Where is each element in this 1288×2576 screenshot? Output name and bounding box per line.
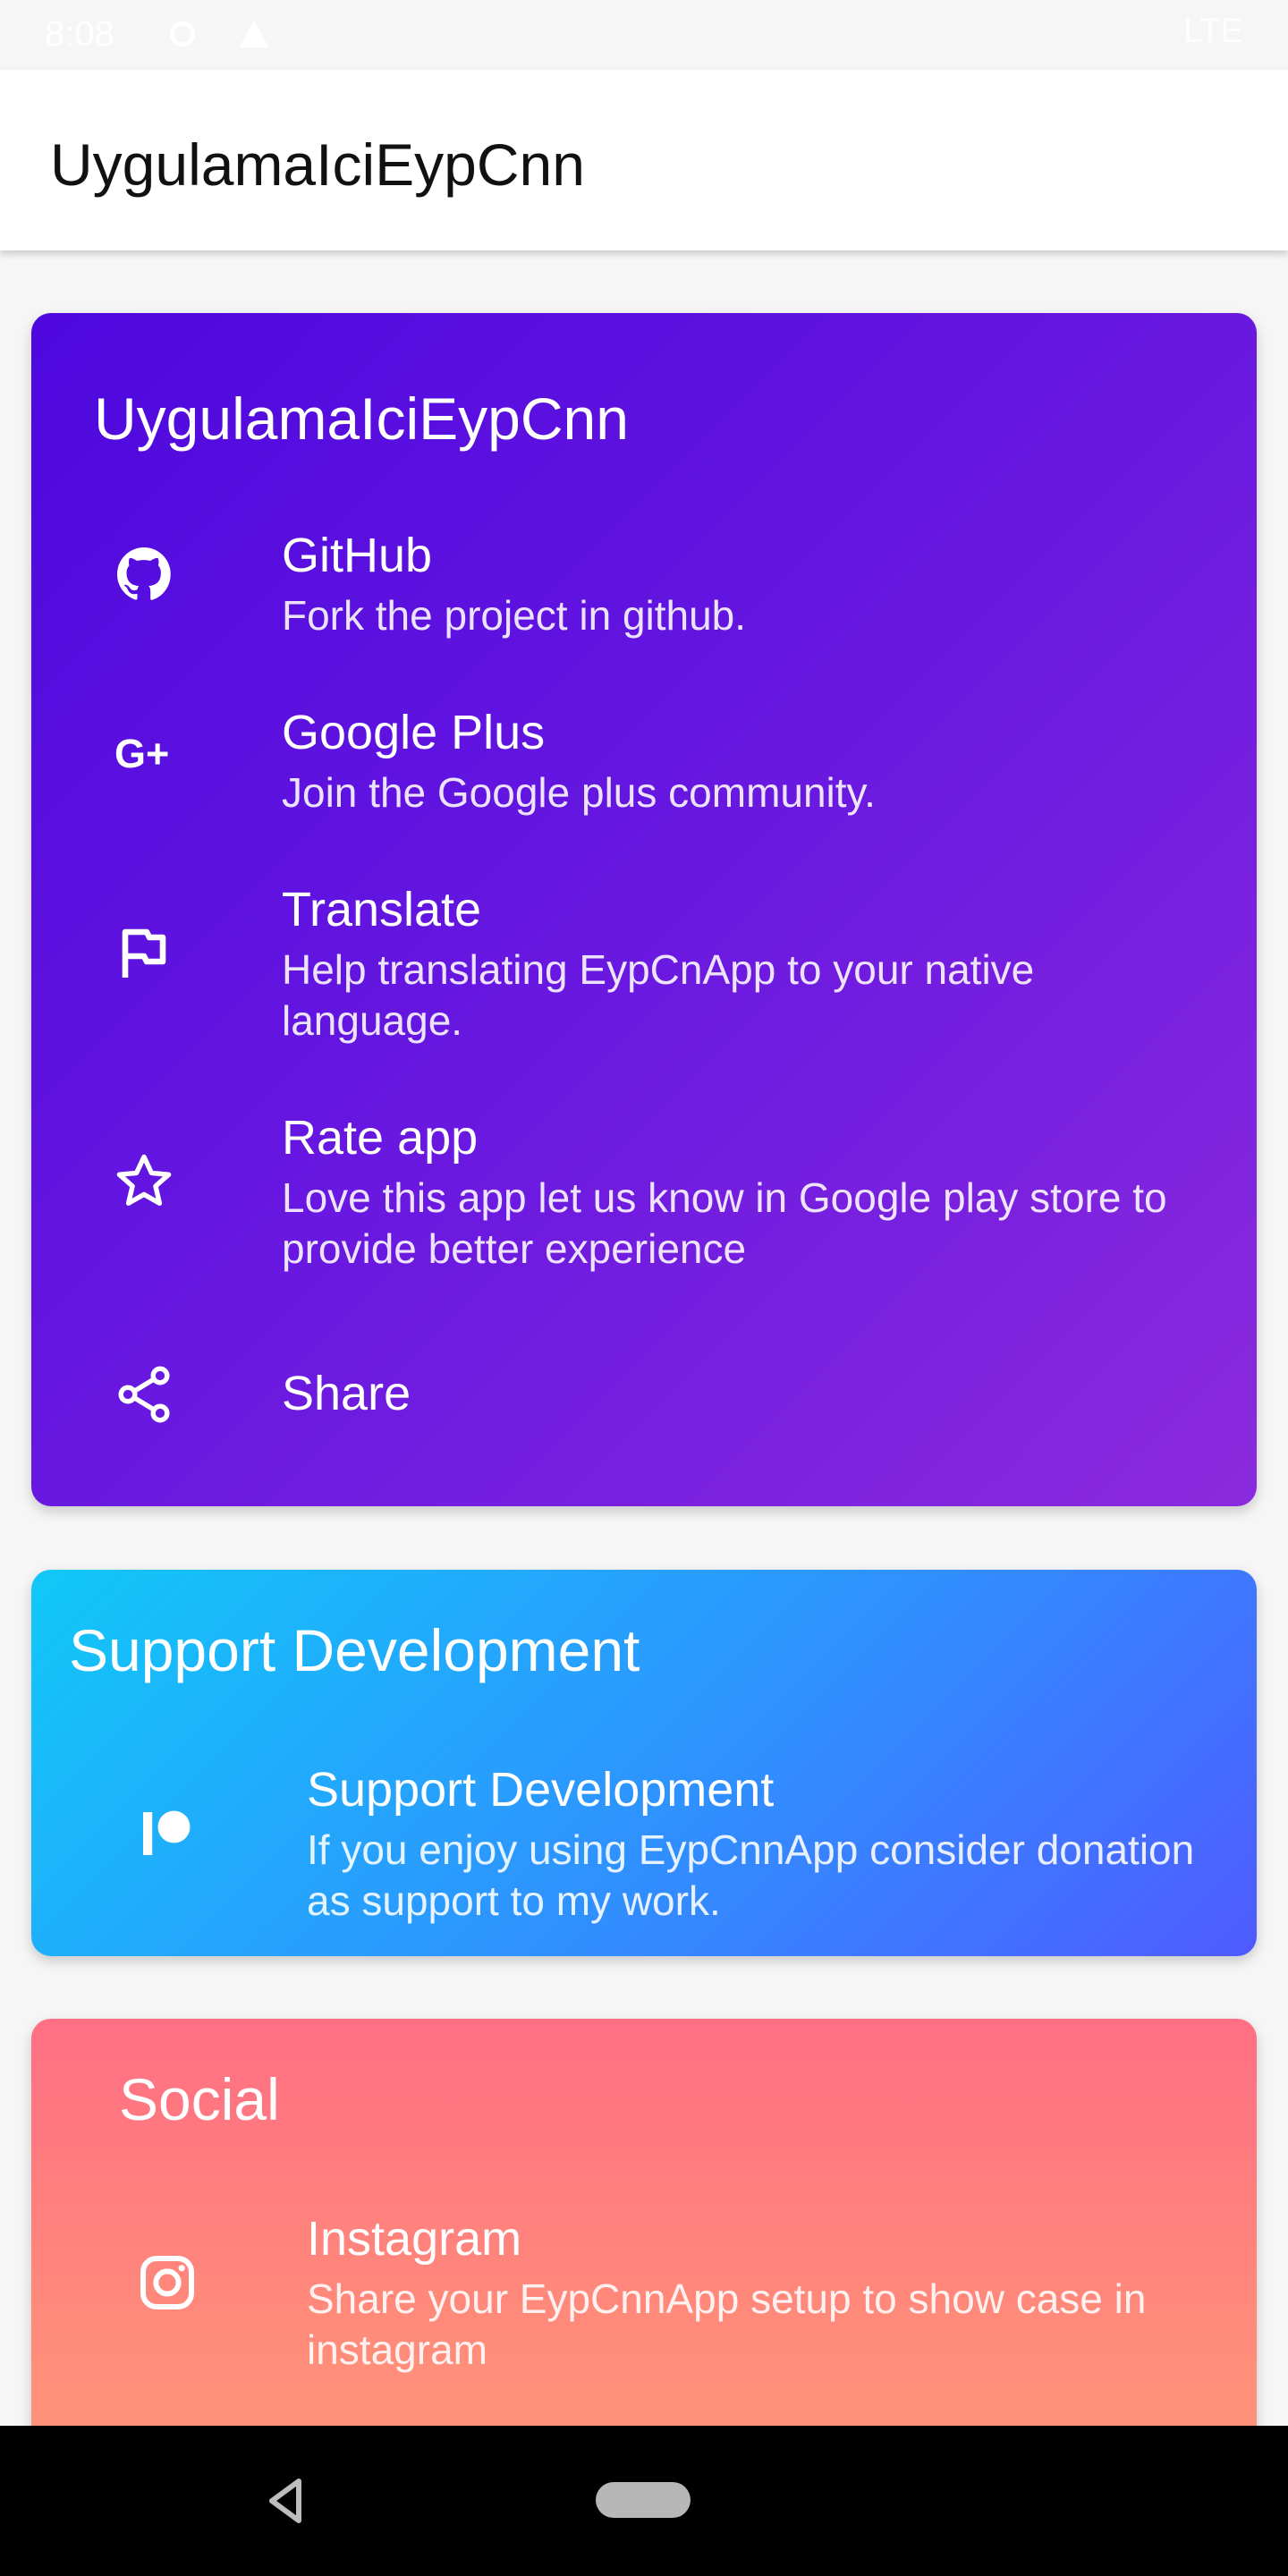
translate-subtitle: Help translating EypCnApp to your native… bbox=[282, 946, 1035, 1044]
google-plus-icon: G+ bbox=[114, 731, 169, 776]
github-subtitle: Fork the project in github. bbox=[282, 592, 747, 639]
system-nav-bar bbox=[0, 2426, 1288, 2576]
share-title: Share bbox=[282, 1367, 411, 1420]
back-icon[interactable] bbox=[265, 2476, 304, 2526]
support-item-title: Support Development bbox=[307, 1763, 775, 1817]
social-item-instagram[interactable]: Instagram Share your EypCnnApp setup to … bbox=[31, 2211, 1257, 2373]
toolbar-title: UygulamaIciEypCnn bbox=[50, 131, 585, 198]
github-title: GitHub bbox=[282, 529, 433, 582]
instagram-title: Instagram bbox=[307, 2212, 522, 2266]
patreon-icon bbox=[143, 1810, 191, 1855]
rate-app-title: Rate app bbox=[282, 1111, 479, 1165]
instagram-subtitle: Share your EypCnnApp setup to show case … bbox=[307, 2275, 1147, 2373]
support-card: Support Development Support Development … bbox=[31, 1570, 1257, 1956]
instagram-icon bbox=[140, 2256, 194, 2309]
status-time: 8:08 bbox=[45, 14, 114, 54]
social-card-title: Social bbox=[119, 2066, 280, 2132]
about-item-translate[interactable]: Translate Help translating EypCnApp to y… bbox=[31, 882, 1257, 1044]
share-icon bbox=[118, 1366, 170, 1423]
network-indicator: LTE bbox=[1183, 13, 1243, 50]
about-card-title: UygulamaIciEypCnn bbox=[94, 386, 629, 452]
github-icon bbox=[117, 547, 171, 600]
google-plus-title: Google Plus bbox=[282, 706, 546, 759]
star-icon bbox=[116, 1154, 172, 1206]
support-item-patreon[interactable]: Support Development If you enjoy using E… bbox=[31, 1762, 1257, 1924]
status-bar: 8:08 LTE bbox=[0, 0, 1288, 70]
about-item-share[interactable]: Share bbox=[31, 1362, 1257, 1434]
home-pill-button[interactable] bbox=[596, 2482, 691, 2518]
flag-icon bbox=[122, 928, 166, 978]
support-card-title: Support Development bbox=[69, 1617, 640, 1683]
translate-title: Translate bbox=[282, 883, 482, 936]
support-item-subtitle: If you enjoy using EypCnnApp consider do… bbox=[307, 1826, 1195, 1924]
about-card: UygulamaIciEypCnn GitHub Fork the projec… bbox=[31, 313, 1257, 1506]
about-item-rate-app[interactable]: Rate app Love this app let us know in Go… bbox=[31, 1110, 1257, 1272]
app-toolbar: UygulamaIciEypCnn bbox=[0, 70, 1288, 250]
about-item-github[interactable]: GitHub Fork the project in github. bbox=[31, 528, 1257, 639]
settings-icon bbox=[169, 21, 196, 47]
rate-app-subtitle: Love this app let us know in Google play… bbox=[282, 1174, 1167, 1272]
svg-text:G+: G+ bbox=[114, 731, 169, 776]
about-item-google-plus[interactable]: G+ Google Plus Join the Google plus comm… bbox=[31, 705, 1257, 816]
warning-icon bbox=[239, 21, 269, 47]
google-plus-subtitle: Join the Google plus community. bbox=[282, 769, 876, 816]
